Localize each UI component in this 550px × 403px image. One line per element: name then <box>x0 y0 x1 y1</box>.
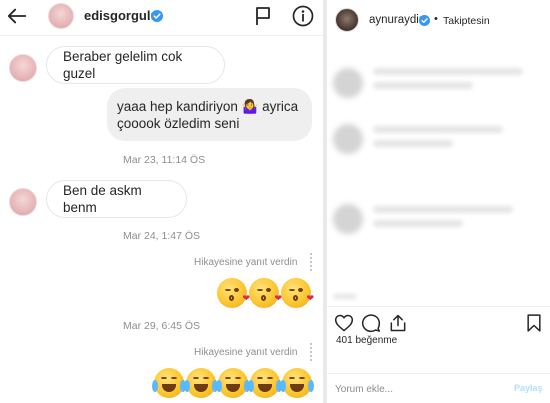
heart-icon[interactable] <box>334 313 354 333</box>
timestamp: Mar 23, 11:14 ÖS <box>123 154 206 166</box>
message-bubble-incoming: Beraber gelelim cok guzel <box>46 46 225 84</box>
follow-status[interactable]: Takiptesin <box>443 15 490 27</box>
laughing-tears-emoji <box>216 368 250 398</box>
likes-count[interactable]: 401 beğenme <box>336 335 397 346</box>
laughing-tears-emoji <box>152 368 186 398</box>
emoji-message: ❤ ❤ ❤ <box>217 278 314 308</box>
dm-panel: edisgorgulu Beraber gelelim cok guzel ya… <box>0 0 323 403</box>
laughing-tears-emoji <box>248 368 282 398</box>
sender-avatar <box>9 54 37 82</box>
blurred-text <box>373 220 463 227</box>
avatar[interactable] <box>335 8 359 32</box>
post-header: aynuraydin • Takiptesin <box>327 0 550 40</box>
kiss-emoji: ❤ <box>217 278 250 308</box>
blurred-text <box>333 294 357 299</box>
timestamp: Mar 29, 6:45 ÖS <box>123 320 201 332</box>
reply-indicator <box>310 343 312 361</box>
comment-input[interactable] <box>335 381 495 397</box>
reply-indicator <box>310 253 312 271</box>
story-reply-label: Hikayesine yanıt verdin <box>194 347 298 358</box>
share-icon[interactable] <box>388 313 408 333</box>
post-comment-button[interactable]: Paylaş <box>514 383 543 393</box>
info-icon[interactable] <box>292 5 314 27</box>
bookmark-icon[interactable] <box>524 313 544 333</box>
avatar[interactable] <box>48 3 74 29</box>
blurred-text <box>373 126 503 133</box>
message-text: Beraber gelelim cok guzel <box>63 49 183 81</box>
blurred-text <box>373 68 523 75</box>
blurred-avatar <box>333 204 363 234</box>
flag-icon[interactable] <box>253 6 273 26</box>
message-text-line-2: çooook özledim seni <box>117 115 240 131</box>
verified-icon <box>151 10 163 22</box>
message-bubble-incoming: Ben de askm benm <box>46 180 187 218</box>
kiss-emoji: ❤ <box>249 278 282 308</box>
post-actions <box>327 306 550 334</box>
post-panel: aynuraydin • Takiptesin 401 beğenme Yoru… <box>327 0 550 403</box>
message-text: Ben de askm benm <box>63 183 142 215</box>
sender-avatar <box>9 188 37 216</box>
blurred-text <box>373 206 513 213</box>
message-bubble-outgoing: yaaa hep kandiriyon 🤷‍♀️ ayrica çooook ö… <box>107 88 312 141</box>
comment-bar: Paylaş <box>327 373 550 403</box>
blurred-text <box>373 82 473 89</box>
story-reply-label: Hikayesine yanıt verdin <box>194 257 298 268</box>
message-text-line-1: yaaa hep kandiriyon 🤷‍♀️ ayrica <box>117 98 299 114</box>
conversation-username[interactable]: edisgorgulu <box>84 8 158 23</box>
laughing-tears-emoji <box>280 368 314 398</box>
comment-icon[interactable] <box>361 313 381 333</box>
emoji-message <box>152 368 314 398</box>
back-arrow-icon[interactable] <box>6 5 28 27</box>
verified-icon <box>419 15 430 26</box>
blurred-avatar <box>333 124 363 154</box>
comments-area-blurred <box>327 40 550 303</box>
kiss-emoji: ❤ <box>281 278 314 308</box>
post-username[interactable]: aynuraydin <box>369 14 425 26</box>
dm-header: edisgorgulu <box>0 0 323 36</box>
blurred-avatar <box>333 68 363 98</box>
timestamp: Mar 24, 1:47 ÖS <box>123 230 201 242</box>
separator-dot: • <box>434 13 438 25</box>
blurred-text <box>373 140 453 147</box>
laughing-tears-emoji <box>184 368 218 398</box>
screenshot-root: edisgorgulu Beraber gelelim cok guzel ya… <box>0 0 550 403</box>
